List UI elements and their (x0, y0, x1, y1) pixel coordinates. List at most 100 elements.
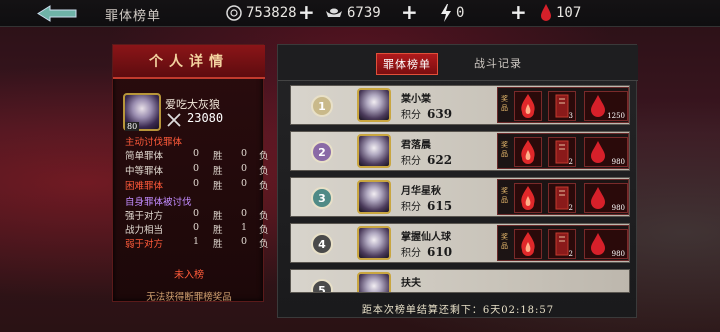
flame-icon (521, 232, 535, 256)
reward-slot[interactable]: 2 (548, 183, 576, 213)
reward-count: 3 (568, 112, 573, 120)
rewards-box: 奖品 2 980 (497, 133, 629, 169)
avatar[interactable] (357, 180, 391, 214)
ranking-panel: 罪体榜单 战斗记录 1 棠小棠 积分 639 奖品 3 1250 2 君落晨 积分 622 奖品 2 98… (277, 44, 638, 318)
score-label: 积分 (401, 248, 421, 259)
ingot-resource: 6739 + (325, 0, 418, 24)
reward-label: 奖品 (501, 141, 508, 158)
ranking-row[interactable]: 1 棠小棠积分 639 奖品 3 1250 (290, 85, 630, 125)
reward-count: 980 (611, 250, 625, 258)
score-label: 积分 (401, 202, 421, 213)
tab-bar: 罪体榜单 战斗记录 (278, 45, 638, 81)
defend-row-equal: 战力相当 0 胜 1 负 (125, 222, 269, 236)
defend-row-stronger: 强于对方 0 胜 0 负 (125, 208, 269, 222)
score-value: 610 (427, 245, 453, 259)
reward-slot[interactable]: 980 (584, 229, 628, 259)
ranking-row[interactable]: 4 掌握仙人球积分 610 奖品 2 980 (290, 223, 630, 263)
attack-row-easy: 简单罪体 0 胜 0 负 (125, 148, 269, 162)
avatar[interactable] (357, 272, 391, 292)
ingot-value: 6739 (347, 5, 381, 21)
flame-icon (521, 140, 535, 164)
defend-section-title: 自身罪体被讨伐 (125, 197, 192, 208)
ranking-row[interactable]: 5 扶夫 (290, 269, 630, 293)
add-energy-button[interactable]: + (510, 0, 527, 24)
back-arrow-icon[interactable] (36, 4, 78, 23)
blood-drop-icon (591, 187, 605, 209)
reward-slot[interactable] (514, 183, 542, 213)
reward-label: 奖品 (501, 95, 508, 112)
blood-value: 107 (556, 5, 582, 21)
score-label: 积分 (401, 156, 421, 167)
add-coin-button[interactable]: + (298, 0, 315, 24)
rank-badge: 2 (311, 141, 333, 163)
lightning-icon (441, 4, 451, 22)
player-name: 掌握仙人球 (401, 232, 451, 243)
player-score: 积分 622 (401, 152, 452, 167)
flame-icon (521, 186, 535, 210)
reward-note: 无法获得断罪榜奖品 (146, 292, 232, 303)
attack-section-title: 主动讨伐罪体 (125, 137, 183, 148)
player-name: 爱吃大灰狼 (165, 98, 220, 111)
player-name: 棠小棠 (401, 94, 431, 105)
reward-slot[interactable] (514, 91, 542, 121)
avatar[interactable] (357, 88, 391, 122)
rank-badge: 3 (311, 187, 333, 209)
reward-count: 2 (568, 204, 573, 212)
avatar[interactable] (357, 134, 391, 168)
settlement-timer: 距本次榜单结算还剩下：6天02:18:57 (278, 301, 638, 316)
reward-slot[interactable]: 980 (584, 183, 628, 213)
score-value: 639 (427, 107, 453, 121)
defend-row-weaker: 弱于对方 1 胜 0 负 (125, 236, 269, 250)
score-label: 积分 (401, 110, 421, 121)
blood-drop-icon (591, 141, 605, 163)
rewards-box: 奖品 2 980 (497, 179, 629, 215)
reward-slot[interactable]: 2 (548, 229, 576, 259)
score-value: 622 (427, 153, 453, 167)
reward-count: 2 (568, 250, 573, 258)
avatar[interactable]: 80 (123, 93, 161, 131)
reward-label: 奖品 (501, 233, 508, 250)
rewards-box: 奖品 3 1250 (497, 87, 629, 123)
personal-details-title: 个人详情 (113, 45, 265, 79)
avatar[interactable] (357, 226, 391, 260)
player-level: 80 (125, 122, 140, 131)
tab-ranking[interactable]: 罪体榜单 (376, 53, 438, 75)
reward-slot[interactable]: 1250 (584, 91, 628, 121)
timer-prefix: 距本次榜单结算还剩下： (361, 305, 483, 316)
rank-badge: 4 (311, 233, 333, 255)
ranking-row[interactable]: 2 君落晨积分 622 奖品 2 980 (290, 131, 630, 171)
player-score: 积分 610 (401, 244, 452, 259)
reward-count: 980 (611, 204, 625, 212)
reward-count: 980 (611, 158, 625, 166)
reward-slot[interactable]: 3 (548, 91, 576, 121)
rank-status: 未入榜 (174, 270, 204, 281)
rank-badge: 1 (311, 95, 333, 117)
reward-slot[interactable] (514, 229, 542, 259)
ranking-row[interactable]: 3 月华星秋 积分 615 奖品 2 980 (290, 177, 630, 217)
player-score: 积分 615 (401, 198, 452, 213)
reward-count: 1250 (607, 112, 625, 120)
blood-drop-icon (541, 4, 551, 21)
energy-value: 0 (456, 5, 465, 21)
score-value: 615 (427, 199, 453, 213)
rank-badge: 5 (311, 279, 333, 292)
player-score: 积分 639 (401, 106, 452, 121)
ingot-icon (326, 8, 342, 17)
reward-count: 2 (568, 158, 573, 166)
timer-value: 6天02:18:57 (482, 305, 555, 316)
coin-icon (226, 5, 242, 21)
coin-resource: 753828 + (226, 0, 315, 24)
player-score: 23080 (187, 111, 224, 125)
page-title: 罪体榜单 (105, 9, 162, 24)
reward-slot[interactable]: 2 (548, 137, 576, 167)
tab-battle-record[interactable]: 战斗记录 (474, 55, 522, 71)
coin-value: 753828 (246, 5, 297, 21)
energy-resource: 0 + (440, 0, 527, 24)
reward-slot[interactable] (514, 137, 542, 167)
add-ingot-button[interactable]: + (401, 0, 418, 24)
blood-drop-icon (591, 233, 605, 255)
player-name: 君落晨 (401, 140, 431, 151)
flame-icon (521, 94, 535, 118)
reward-slot[interactable]: 980 (584, 137, 628, 167)
player-name: 月华星秋 (401, 186, 441, 197)
